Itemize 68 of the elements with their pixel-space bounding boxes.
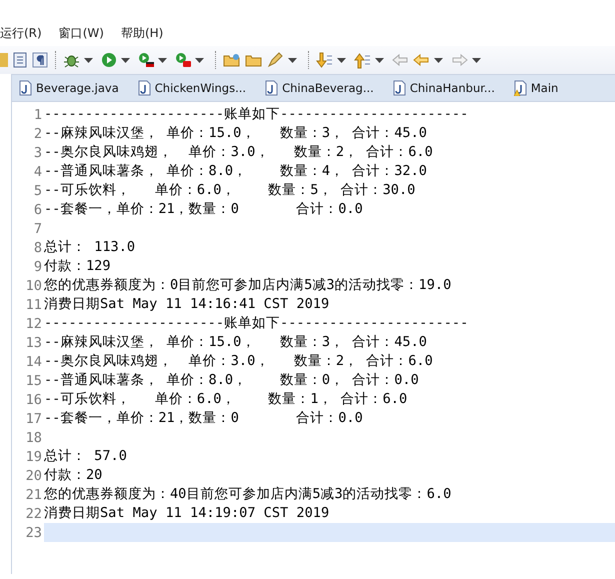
code-line: --奥尔良风味鸡翅， 单价：3.0， 数量：2， 合计：6.0 xyxy=(44,352,434,371)
line-number: 21 xyxy=(24,486,43,502)
line-number: 4 xyxy=(32,164,43,180)
line-number: 12 xyxy=(24,316,43,332)
line-number: 8 xyxy=(32,240,43,256)
code-line: 您的优惠券额度为：0目前您可参加店内满5减3的活动找零：19.0 xyxy=(44,276,452,295)
line-number: 1 xyxy=(32,106,43,122)
line-number: 2 xyxy=(32,126,43,142)
line-number: 19 xyxy=(24,448,43,464)
line-number: 17 xyxy=(24,410,43,426)
line-number: 13 xyxy=(24,334,43,350)
line-number: 6 xyxy=(32,202,43,218)
pilcrow-icon[interactable] xyxy=(32,52,48,68)
code-line: --奥尔良风味鸡翅， 单价：3.0， 数量：2， 合计：6.0 xyxy=(44,143,434,162)
menu-item[interactable]: 窗口(W) xyxy=(58,24,104,42)
arrow-up-icon[interactable] xyxy=(354,52,371,68)
line-number: 15 xyxy=(24,372,43,388)
caret-icon[interactable] xyxy=(337,58,346,62)
editor-tab[interactable]: Beverage.java xyxy=(14,75,133,101)
line-number: 9 xyxy=(32,258,43,274)
code-line: --普通风味薯条， 单价：8.0， 数量：0， 合计：0.0 xyxy=(44,371,420,390)
line-number: 14 xyxy=(24,354,43,370)
code-line: --普通风味薯条， 单价：8.0， 数量：4， 合计：32.0 xyxy=(44,162,428,181)
line-number: 20 xyxy=(24,468,43,484)
code-line: 付款：20 xyxy=(44,466,104,485)
code-line: ----------------------账单如下----------------------- xyxy=(44,314,470,333)
line-number: 11 xyxy=(24,296,43,312)
caret-icon[interactable] xyxy=(434,58,443,62)
caret-icon[interactable] xyxy=(84,58,93,62)
editor-tab[interactable]: ChinaBeverag... xyxy=(260,75,388,101)
caret-icon[interactable] xyxy=(375,58,384,62)
caret-icon[interactable] xyxy=(121,58,130,62)
line-number: 16 xyxy=(24,392,43,408)
code-line: --麻辣风味汉堡， 单价：15.0， 数量：3， 合计：45.0 xyxy=(44,124,428,143)
run-icon[interactable] xyxy=(138,52,154,68)
pen-icon[interactable] xyxy=(267,52,284,68)
code-line: 总计： 57.0 xyxy=(44,447,128,466)
caret-icon[interactable] xyxy=(195,58,204,62)
caret-icon[interactable] xyxy=(288,58,297,62)
line-number: 7 xyxy=(32,220,43,236)
code-line: --套餐一，单价：21，数量：0 合计：0.0 xyxy=(44,200,364,219)
editor-tab[interactable]: Main xyxy=(508,75,572,101)
code-line: 总计： 113.0 xyxy=(44,238,136,257)
code-line: --可乐饮料， 单价：6.0， 数量：1， 合计：6.0 xyxy=(44,390,408,409)
line-number: 18 xyxy=(24,430,43,446)
menu-item[interactable]: 帮助(H) xyxy=(120,24,164,42)
code-line: 您的优惠券额度为：40目前您可参加店内满5减3的活动找零：6.0 xyxy=(44,485,452,504)
line-number: 3 xyxy=(32,144,43,160)
line-number: 23 xyxy=(24,524,43,540)
code-line: --麻辣风味汉堡， 单价：15.0， 数量：3， 合计：45.0 xyxy=(44,333,428,352)
document-icon[interactable] xyxy=(12,52,28,68)
code-line: 消费日期Sat May 11 14:16:41 CST 2019 xyxy=(44,295,330,314)
line-number: 5 xyxy=(32,182,43,198)
menu-item[interactable]: 运行(R) xyxy=(0,24,42,42)
line-number: 22 xyxy=(24,506,43,522)
line-number: 10 xyxy=(24,278,43,294)
code-line: 付款：129 xyxy=(44,257,112,276)
code-line: --可乐饮料， 单价：6.0， 数量：5， 合计：30.0 xyxy=(44,181,416,200)
caret-icon[interactable] xyxy=(472,58,481,62)
code-line: 消费日期Sat May 11 14:19:07 CST 2019 xyxy=(44,504,330,523)
editor-tab[interactable]: ChickenWings... xyxy=(132,75,260,101)
editor-tab[interactable]: ChinaHanbur... xyxy=(388,75,509,101)
caret-icon[interactable] xyxy=(158,58,167,62)
code-line: ----------------------账单如下----------------------- xyxy=(44,105,470,124)
folder-icon[interactable] xyxy=(223,52,241,68)
run-tools-icon[interactable] xyxy=(175,52,191,68)
arrow-down-icon[interactable] xyxy=(316,52,333,68)
code-line: --套餐一，单价：21，数量：0 合计：0.0 xyxy=(44,409,364,428)
